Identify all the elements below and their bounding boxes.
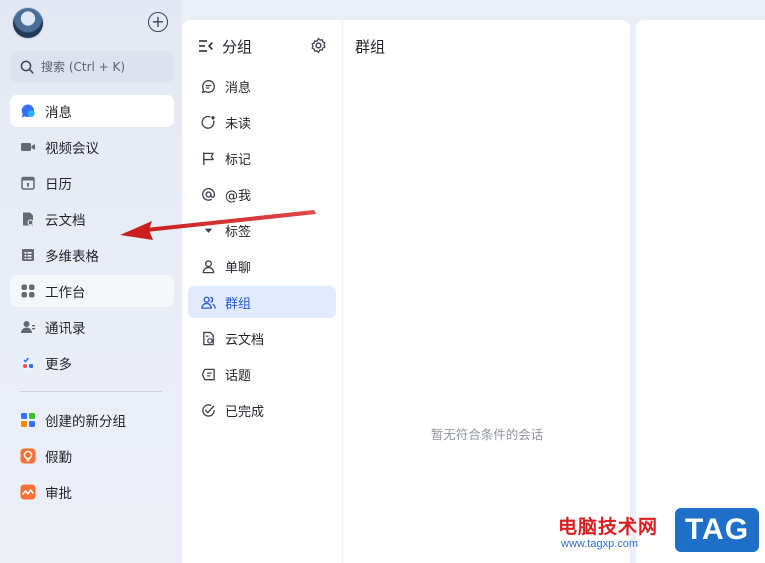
sidebar-item-label: 假勤 — [45, 450, 72, 466]
page-title: 群组 — [355, 38, 386, 56]
filter-item-label: 标记 — [225, 152, 252, 168]
app-window: + 搜索 (Ctrl + K) 消息 视频会议 日历 云文档 多维表格 工作台 … — [0, 0, 765, 563]
watermark-tag-logo: TAG — [675, 508, 759, 552]
topic-icon — [200, 366, 216, 382]
filter-item-messages[interactable]: 消息 — [188, 70, 336, 102]
filter-panel: 分组 消息 未读 标记 @我 标签 单聊 群组 云文档 话题 已完成 — [182, 20, 342, 563]
filter-item-label: 未读 — [225, 116, 252, 132]
person-icon — [200, 258, 216, 274]
create-plus-button[interactable]: + — [148, 12, 168, 32]
sidebar-item-cloud-docs[interactable]: 云文档 — [10, 203, 174, 235]
search-icon — [20, 60, 34, 74]
watermark-url: www.tagxp.com — [561, 538, 639, 550]
filter-item-label: 群组 — [225, 296, 252, 312]
plus-icon: + — [151, 12, 165, 31]
sidebar-item-new-group[interactable]: 创建的新分组 — [10, 404, 174, 436]
filter-item-docs[interactable]: 云文档 — [188, 322, 336, 354]
collapse-panel-icon[interactable] — [198, 39, 214, 53]
sidebar-item-label: 审批 — [45, 486, 72, 502]
filter-panel-header: 分组 — [198, 36, 328, 56]
sidebar-item-label: 云文档 — [45, 213, 86, 229]
at-icon — [200, 186, 216, 202]
filter-item-unread[interactable]: 未读 — [188, 106, 336, 138]
filter-item-label: 单聊 — [225, 260, 252, 276]
sidebar-item-video-meeting[interactable]: 视频会议 — [10, 131, 174, 163]
sidebar-item-approval[interactable]: 审批 — [10, 476, 174, 508]
filter-item-label: 已完成 — [225, 404, 265, 420]
sidebar-item-more[interactable]: 更多 — [10, 347, 174, 379]
detail-panel — [636, 20, 765, 563]
filter-item-mentions[interactable]: @我 — [188, 178, 336, 210]
filter-panel-title: 分组 — [222, 37, 253, 56]
filter-item-single-chat[interactable]: 单聊 — [188, 250, 336, 282]
sidebar-item-calendar[interactable]: 日历 — [10, 167, 174, 199]
sidebar-item-label: 工作台 — [45, 285, 86, 301]
filter-item-label: 标签 — [225, 224, 252, 240]
cloud-doc-icon — [20, 211, 36, 227]
approval-icon — [20, 484, 36, 500]
group-icon — [200, 294, 216, 310]
gear-icon[interactable] — [310, 37, 327, 54]
filter-item-label: @我 — [225, 188, 252, 204]
avatar[interactable] — [13, 8, 43, 38]
sidebar-item-label: 创建的新分组 — [45, 414, 126, 430]
filter-item-label: 话题 — [225, 368, 252, 384]
sidebar-item-label: 多维表格 — [45, 249, 99, 265]
watermark-site-name: 电脑技术网 — [558, 516, 659, 538]
video-camera-icon — [20, 139, 36, 155]
workplace-grid-icon — [20, 283, 36, 299]
sidebar-item-workplace[interactable]: 工作台 — [10, 275, 174, 307]
sidebar-divider — [20, 391, 162, 392]
base-table-icon — [20, 247, 36, 263]
search-box[interactable]: 搜索 (Ctrl + K) — [10, 51, 174, 82]
sidebar-item-contacts[interactable]: 通讯录 — [10, 311, 174, 343]
doc-icon — [200, 330, 216, 346]
search-placeholder: 搜索 (Ctrl + K) — [41, 60, 126, 74]
message-icon — [200, 78, 216, 94]
filter-item-done[interactable]: 已完成 — [188, 394, 336, 426]
left-navigation: + 搜索 (Ctrl + K) 消息 视频会议 日历 云文档 多维表格 工作台 … — [0, 0, 182, 563]
sidebar-item-label: 消息 — [45, 105, 72, 121]
empty-state-message: 暂无符合条件的会话 — [430, 427, 544, 442]
watermark-tag-text: TAG — [684, 513, 750, 546]
message-bubble-icon — [20, 103, 36, 119]
tag-caret-icon — [200, 222, 216, 238]
more-apps-icon — [20, 355, 36, 371]
unread-icon — [200, 114, 216, 130]
filter-item-label: 云文档 — [225, 332, 265, 348]
filter-item-groups[interactable]: 群组 — [188, 286, 336, 318]
sidebar-item-attendance[interactable]: 假勤 — [10, 440, 174, 472]
sidebar-item-label: 日历 — [45, 177, 72, 193]
sidebar-item-label: 更多 — [45, 357, 72, 373]
sidebar-item-label: 视频会议 — [45, 141, 99, 157]
filter-item-label: 消息 — [225, 80, 252, 96]
calendar-icon — [20, 175, 36, 191]
sidebar-item-messages[interactable]: 消息 — [10, 95, 174, 127]
sidebar-item-label: 通讯录 — [45, 321, 86, 337]
sidebar-item-base[interactable]: 多维表格 — [10, 239, 174, 271]
filter-item-topics[interactable]: 话题 — [188, 358, 336, 390]
contacts-icon — [20, 319, 36, 335]
attendance-icon — [20, 448, 36, 464]
filter-item-tags[interactable]: 标签 — [188, 214, 336, 246]
flag-icon — [200, 150, 216, 166]
done-icon — [200, 402, 216, 418]
conversation-list-panel: 群组 暂无符合条件的会话 — [342, 20, 630, 563]
filter-item-flagged[interactable]: 标记 — [188, 142, 336, 174]
new-group-icon — [20, 412, 36, 428]
